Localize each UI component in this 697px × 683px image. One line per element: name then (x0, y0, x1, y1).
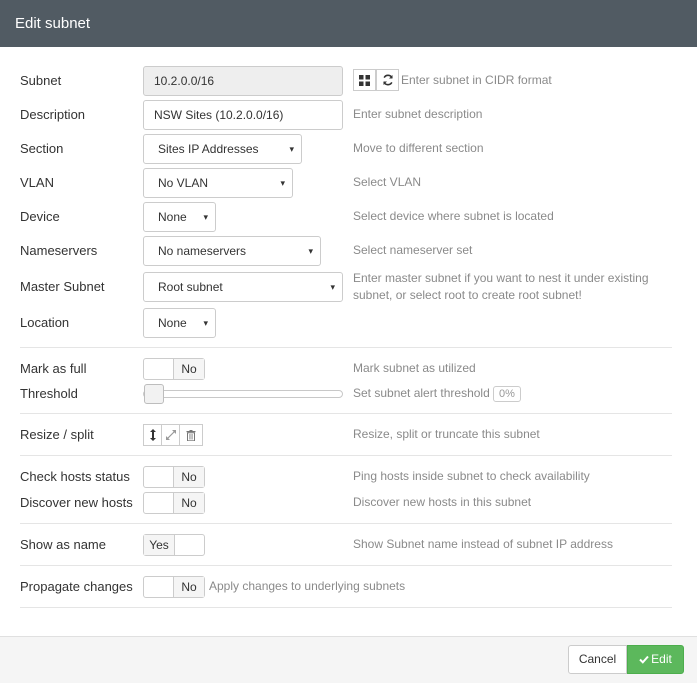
discover-hosts-toggle[interactable]: No (143, 492, 205, 514)
nameservers-select-value: No nameservers (158, 244, 247, 258)
check-hosts-label: Check hosts status (20, 469, 130, 484)
modal-title: Edit subnet (15, 15, 91, 32)
threshold-hint: Set subnet alert threshold (353, 386, 490, 400)
edit-button[interactable]: Edit (627, 645, 684, 674)
chevron-down-icon: ▾ (203, 212, 208, 222)
master-subnet-select[interactable]: Root subnet ▾ (143, 272, 343, 302)
cancel-button[interactable]: Cancel (568, 645, 627, 674)
divider (20, 413, 672, 414)
mark-full-toggle[interactable]: No (143, 358, 205, 380)
check-hosts-toggle-state: No (173, 467, 204, 487)
propagate-hint: Apply changes to underlying subnets (209, 579, 406, 593)
subnet-label: Subnet (20, 73, 62, 88)
refresh-icon (382, 74, 393, 86)
section-select[interactable]: Sites IP Addresses ▾ (143, 134, 302, 164)
discover-hosts-hint: Discover new hosts in this subnet (353, 495, 532, 509)
vlan-select-value: No VLAN (158, 176, 209, 190)
check-hosts-hint: Ping hosts inside subnet to check availa… (353, 469, 590, 483)
expand-icon (166, 430, 176, 440)
chevron-down-icon: ▾ (308, 246, 313, 256)
location-label: Location (20, 315, 70, 330)
truncate-button[interactable] (179, 424, 203, 446)
device-select[interactable]: None ▾ (143, 202, 216, 232)
chevron-down-icon: ▾ (280, 178, 285, 188)
subnet-grid-button[interactable] (353, 69, 376, 91)
threshold-slider-handle[interactable] (144, 384, 164, 404)
mark-full-label: Mark as full (20, 361, 87, 376)
resize-hint: Resize, split or truncate this subnet (353, 427, 540, 441)
chevron-down-icon: ▾ (289, 144, 294, 154)
divider (20, 347, 672, 348)
threshold-label: Threshold (20, 386, 78, 401)
divider (20, 607, 672, 608)
edit-button-label: Edit (651, 652, 672, 666)
device-label: Device (20, 209, 60, 224)
show-name-label: Show as name (20, 537, 106, 552)
nameservers-select[interactable]: No nameservers ▾ (143, 236, 321, 266)
section-hint: Move to different section (353, 141, 484, 155)
split-button[interactable] (161, 424, 181, 446)
resize-button[interactable] (143, 424, 163, 446)
description-input[interactable]: NSW Sites (10.2.0.0/16) (143, 100, 343, 130)
master-subnet-hint-line2: subnet, or select root to create root su… (353, 288, 582, 302)
modal-header: Edit subnet (0, 0, 697, 47)
chevron-down-icon: ▾ (330, 282, 335, 292)
divider (20, 565, 672, 566)
master-subnet-hint-line1: Enter master subnet if you want to nest … (353, 271, 649, 285)
resize-label: Resize / split (20, 427, 94, 442)
check-icon (639, 655, 649, 664)
description-hint: Enter subnet description (353, 107, 483, 121)
section-select-value: Sites IP Addresses (158, 142, 259, 156)
discover-hosts-label: Discover new hosts (20, 495, 133, 510)
show-name-toggle[interactable]: Yes (143, 534, 205, 556)
mark-full-hint: Mark subnet as utilized (353, 361, 476, 375)
propagate-toggle-state: No (173, 577, 204, 597)
propagate-label: Propagate changes (20, 579, 133, 594)
vlan-hint: Select VLAN (353, 175, 422, 189)
section-label: Section (20, 141, 64, 156)
chevron-down-icon: ▾ (203, 318, 208, 328)
location-select-value: None (158, 316, 187, 330)
location-select[interactable]: None ▾ (143, 308, 216, 338)
threshold-value-badge: 0% (493, 386, 521, 402)
mark-full-toggle-state: No (173, 359, 204, 379)
divider (20, 523, 672, 524)
device-hint: Select device where subnet is located (353, 209, 554, 223)
discover-hosts-toggle-state: No (173, 493, 204, 513)
grid-icon (359, 75, 370, 86)
check-hosts-toggle[interactable]: No (143, 466, 205, 488)
master-subnet-label: Master Subnet (20, 279, 105, 294)
subnet-input[interactable]: 10.2.0.0/16 (143, 66, 343, 96)
vlan-label: VLAN (20, 175, 54, 190)
nameservers-label: Nameservers (20, 243, 98, 258)
device-select-value: None (158, 210, 187, 224)
divider (20, 455, 672, 456)
threshold-slider-track[interactable] (143, 390, 343, 398)
resize-vertical-icon (150, 429, 156, 441)
propagate-toggle[interactable]: No (143, 576, 205, 598)
show-name-toggle-state: Yes (144, 535, 175, 555)
subnet-refresh-button[interactable] (376, 69, 399, 91)
show-name-hint: Show Subnet name instead of subnet IP ad… (353, 537, 613, 551)
subnet-hint: Enter subnet in CIDR format (401, 73, 552, 87)
master-subnet-select-value: Root subnet (158, 280, 223, 294)
description-label: Description (20, 107, 86, 122)
nameservers-hint: Select nameserver set (353, 243, 473, 257)
vlan-select[interactable]: No VLAN ▾ (143, 168, 293, 198)
trash-icon (186, 430, 196, 442)
